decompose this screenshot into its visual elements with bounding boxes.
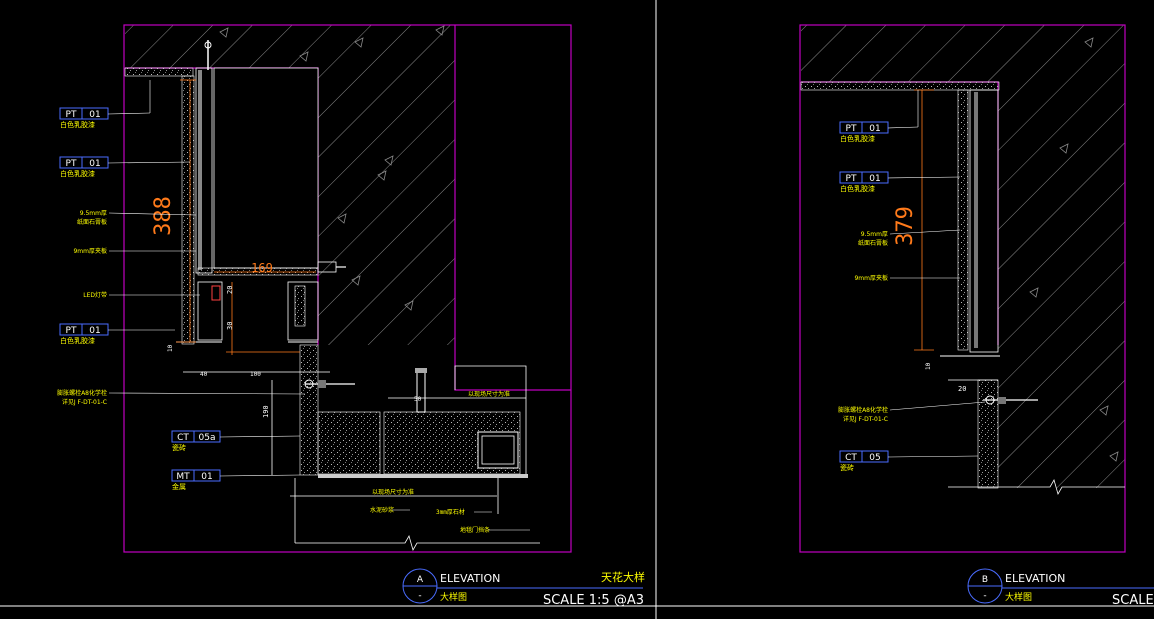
callout-code: CT	[177, 433, 189, 443]
callout-tag: PT 01白色乳胶漆	[59, 323, 175, 345]
note-line-2: 详见J F-DT-01-C	[843, 415, 888, 423]
title-view-a: ELEVATION	[440, 572, 500, 585]
dim-20: 20	[226, 286, 234, 294]
stone-note: 3mm厚石材	[436, 508, 465, 516]
panel-a-title-block: A - ELEVATION 大样图 天花大样 SCALE 1:5 @A3	[402, 568, 645, 608]
callout-code: PT	[66, 159, 77, 169]
threshold-note: 地毯门挡条	[460, 526, 490, 534]
callout-tag: PT 01白色乳胶漆	[839, 121, 919, 143]
callout-description: 白色乳胶漆	[60, 169, 95, 178]
viewport-frames	[0, 0, 1154, 619]
note-line-1: 9.5mm厚	[861, 231, 888, 238]
callout-tag: PT 01白色乳胶漆	[839, 171, 961, 193]
callout-code: CT	[845, 453, 857, 463]
title-letter-b: B	[982, 575, 988, 585]
note-annotation: 膨胀螺栓A8化学栓详见J F-DT-01-C	[57, 389, 306, 406]
note-line-1: 9mm厚夹板	[854, 274, 888, 282]
callout-number: 05a	[199, 433, 216, 443]
panel-b-elevation	[799, 24, 1126, 553]
callout-tag: CT 05 瓷砖	[839, 450, 979, 472]
note-line-1: 9mm厚夹板	[73, 247, 107, 255]
callout-number: 01	[89, 110, 100, 120]
dim-190: 190	[262, 405, 270, 418]
callout-description: 白色乳胶漆	[60, 336, 95, 345]
callout-description: 瓷砖	[840, 463, 854, 472]
callout-number: 01	[869, 174, 880, 184]
callout-number: 05	[869, 453, 880, 463]
note-line-2: 详见J F-DT-01-C	[62, 398, 107, 406]
note-annotation: 9.5mm厚纸面石膏板	[77, 210, 197, 226]
title-scale-a: SCALE 1:5 @A3	[543, 593, 644, 608]
title-view-cn-b: 大样图	[1005, 591, 1032, 603]
callout-number: 01	[89, 159, 100, 169]
title-sub-b: -	[983, 591, 986, 601]
mortar-note: 水泥砂浆	[370, 506, 394, 514]
callout-code: PT	[846, 174, 857, 184]
note-line-1: 膨胀螺栓A8化学栓	[838, 406, 888, 414]
dim-b-20: 20	[958, 385, 966, 393]
dim-height-379: 379	[893, 206, 918, 246]
dim-height-388: 388	[151, 196, 176, 236]
dim-40: 40	[200, 371, 208, 378]
cad-drawing-canvas[interactable]: 388 169 20 30 10 40 100 190 50 PT 01白色乳胶漆…	[0, 0, 1154, 619]
note-annotation: 9mm厚夹板	[73, 247, 196, 255]
note-annotation: 9mm厚夹板	[854, 274, 960, 282]
title-scale-b: SCALE	[1112, 593, 1154, 608]
callout-code: PT	[846, 124, 857, 134]
callout-description: 白色乳胶漆	[840, 134, 875, 143]
note-line-1: 膨胀螺栓A8化学栓	[57, 389, 107, 397]
dim-10: 10	[167, 344, 174, 352]
dim-30: 30	[226, 322, 234, 330]
callout-tag: PT 01白色乳胶漆	[59, 107, 151, 129]
dim-100: 100	[250, 371, 261, 378]
title-letter-a: A	[417, 575, 424, 585]
note-line-1: 9.5mm厚	[80, 210, 107, 217]
callout-code: MT	[176, 472, 190, 482]
callout-description: 瓷砖	[172, 443, 186, 452]
callout-number: 01	[201, 472, 212, 482]
callout-code: PT	[66, 326, 77, 336]
callout-number: 01	[89, 326, 100, 336]
site-dim-note-bottom: 以现场尺寸为准	[372, 488, 414, 496]
dim-b-10: 10	[925, 362, 932, 370]
callout-tag: CT 05a 瓷砖	[171, 430, 301, 452]
panel-a-elevation	[123, 24, 572, 553]
callout-tag: MT 01 金属	[171, 469, 301, 491]
panel-b-title-block: B - ELEVATION 大样图 SCALE	[967, 568, 1154, 608]
callout-description: 白色乳胶漆	[60, 120, 95, 129]
title-view-b: ELEVATION	[1005, 572, 1065, 585]
dim-50: 50	[414, 396, 422, 403]
note-annotation: 膨胀螺栓A8化学栓详见J F-DT-01-C	[838, 401, 986, 423]
panel-b-dimension-texts: 379 10 20	[893, 206, 966, 393]
title-sub-a: -	[418, 591, 421, 601]
site-dim-note-top: 以现场尺寸为准	[468, 390, 510, 398]
note-line-2: 纸面石膏板	[858, 239, 888, 247]
callout-description: 白色乳胶漆	[840, 184, 875, 193]
panel-b-dimensions	[914, 89, 998, 381]
note-line-2: 纸面石膏板	[77, 218, 107, 226]
callout-number: 01	[869, 124, 880, 134]
callout-tag: PT 01白色乳胶漆	[59, 156, 191, 178]
note-line-1: LED灯带	[83, 291, 107, 299]
title-view-cn-a: 大样图	[440, 591, 467, 603]
dim-width-169: 169	[251, 261, 273, 275]
callout-description: 金属	[172, 482, 186, 491]
title-name-cn-a: 天花大样	[601, 570, 645, 584]
callout-code: PT	[66, 110, 77, 120]
